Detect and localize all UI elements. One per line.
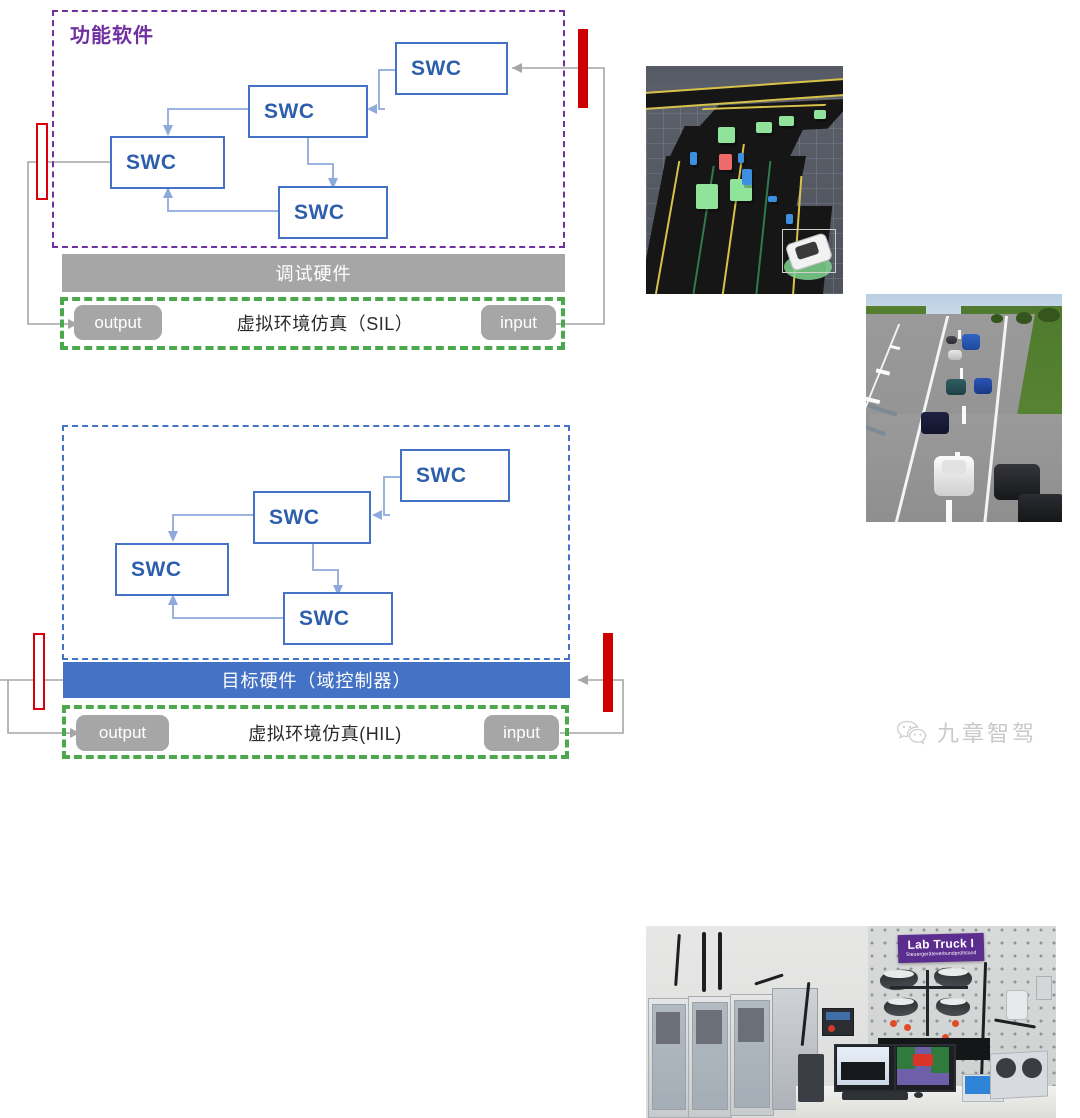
lab-rack-inner-3 [738,1008,764,1042]
highway-dash-1 [958,330,961,339]
sim-vehicle-blue-1 [690,152,697,165]
highway-car-truck-blue [962,334,980,350]
hil-left-red-marker [33,633,45,710]
lab-pc-tower [798,1054,824,1102]
watermark: 九章智驾 [896,716,1037,748]
sim-birdseye-image [646,66,843,294]
sim-highway-image [866,294,1062,522]
lab-steering-wheel-1 [996,1058,1016,1078]
hil-target-hardware-label: 目标硬件（域控制器） [221,671,412,691]
swc-label: SWC [416,463,467,487]
highway-car-ego-roof [942,460,966,474]
lab-rack-inner-1 [656,1012,680,1044]
hil-input-pill[interactable]: input [484,715,559,751]
highway-dash-5 [946,500,952,522]
lab-monitor-left-plot [841,1062,885,1080]
highway-car-navy [921,412,949,434]
swc-label: SWC [131,557,182,581]
hil-output-label: output [98,723,147,742]
lab-mouse [914,1092,923,1098]
hil-output-pill[interactable]: output [76,715,169,751]
lab-keyboard [842,1092,908,1100]
watermark-text: 九章智驾 [937,721,1038,746]
sim-vehicle-green-1 [779,116,794,126]
lab-steering-wheel-2 [1022,1058,1042,1078]
lab-cable-3 [718,932,722,990]
sim-vehicle-green-2 [814,110,826,119]
hil-target-hardware-bar: 目标硬件（域控制器） [63,662,570,698]
hil-swc-center[interactable]: SWC [253,491,371,544]
lab-monitor-right-screen [897,1047,949,1085]
sim-vehicle-red [719,154,732,170]
swc-label: SWC [299,606,350,630]
lab-headlamp-3-lens [888,998,914,1005]
sim-vehicle-blue-4 [768,196,777,202]
lab-headlamp-4-lens [940,998,966,1005]
slide-canvas: 功能软件 SWC SWC SWC SWC 调试硬件 output 虚拟环境仿真（… [0,0,1080,1118]
highway-tree-1 [1016,312,1032,324]
highway-car-teal [946,379,966,395]
highway-dash-3 [962,406,966,424]
hil-lab-photo: Lab Truck I Steuergeräteverbundprüfstand [646,926,1056,1118]
sim-vehicle-blue-2 [738,153,744,163]
lab-wall-bracket [1006,990,1028,1020]
lab-sign-title: Lab Truck I [907,936,975,953]
sim-vehicle-blue-5 [786,214,793,224]
hil-input-label: input [503,723,540,742]
lab-red-marker-3 [952,1020,959,1027]
sim-vehicle-green-3 [756,122,772,133]
sim-vehicle-green-4 [718,127,735,143]
lab-sign-subtitle: Steuergeräteverbundprüfstand [905,950,977,959]
lab-red-marker-1 [890,1020,897,1027]
lab-headlamp-1-lens [884,970,914,978]
lab-lamp-mast-horizontal [890,986,968,989]
hil-env-label: 虚拟环境仿真(HIL) [248,724,402,744]
lab-truck-sign: Lab Truck I Steuergeräteverbundprüfstand [897,932,985,964]
lab-lamp-mast-vertical [926,970,929,1036]
lab-control-panel-display [826,1012,850,1020]
hil-right-red-marker [603,633,613,712]
lab-control-panel-button [828,1025,835,1032]
lab-red-marker-2 [904,1024,911,1031]
swc-label: SWC [269,505,320,529]
lab-rack-inner-2 [696,1010,722,1044]
lab-headlamp-2-lens [938,968,968,976]
highway-tree-2 [1038,308,1060,322]
sim-vehicle-blue-3 [742,169,752,185]
highway-car-white-far [948,350,962,360]
lab-cable-2 [702,932,706,992]
highway-tree-3 [991,314,1003,323]
sim-vehicle-green-6 [696,184,718,209]
wechat-icon [896,719,930,745]
lab-sim-truck [913,1054,933,1066]
hil-swc-bottom[interactable]: SWC [283,592,393,645]
lab-wall-panel [1036,976,1052,1000]
highway-car-dark-far [946,336,957,344]
hil-swc-top-right[interactable]: SWC [400,449,510,502]
highway-car-black-right-2 [1018,494,1062,522]
lab-sim-grass-right [931,1047,949,1073]
hil-swc-left[interactable]: SWC [115,543,229,596]
highway-car-blue [974,378,992,394]
